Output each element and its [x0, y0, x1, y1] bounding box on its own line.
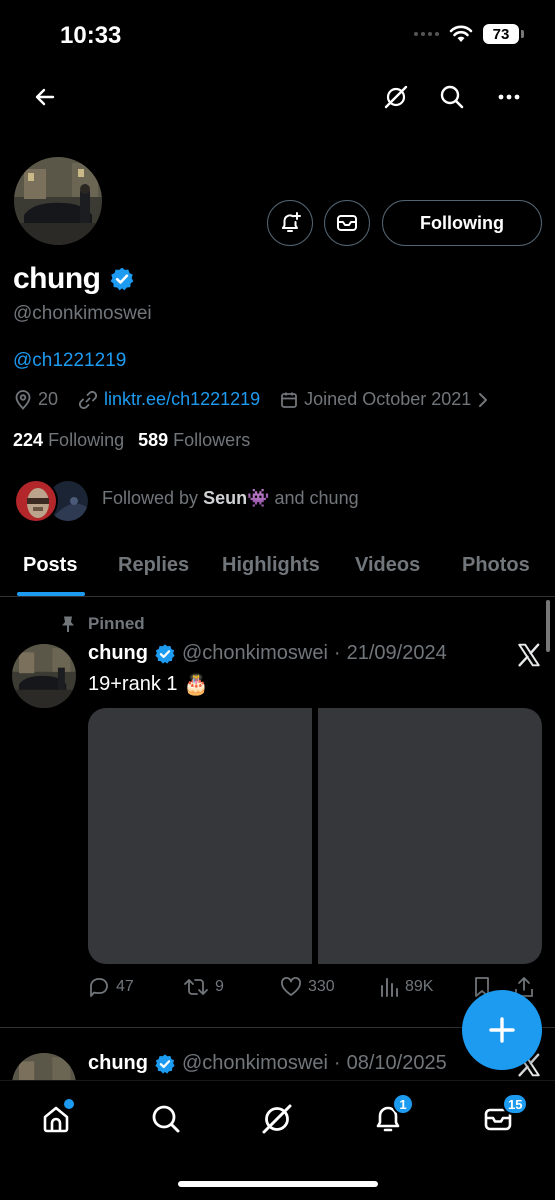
profile-name: chung	[13, 262, 101, 295]
post-author-handle: @chonkimoswei	[182, 642, 328, 664]
scrollbar[interactable]	[546, 600, 550, 652]
followed-by-text[interactable]: Followed by Seun👾 and chung	[102, 488, 359, 509]
post-date: 21/09/2024	[346, 642, 447, 664]
compose-post-button[interactable]	[462, 990, 542, 1070]
media-image-1[interactable]	[88, 708, 312, 964]
post-author-name[interactable]: chung	[88, 1052, 148, 1075]
verified-badge-icon	[110, 267, 133, 291]
pinned-label: Pinned	[60, 614, 145, 634]
signal-icon	[414, 32, 439, 36]
post-text: 19+rank 1 🎂	[88, 673, 209, 696]
nav-messages[interactable]: 15	[478, 1093, 529, 1139]
grok-icon	[262, 1104, 292, 1134]
notifications-badge: 1	[392, 1093, 414, 1115]
more-button[interactable]	[489, 77, 529, 117]
profile-handle: @chonkimoswei	[13, 303, 152, 324]
profile-avatar[interactable]	[12, 155, 104, 247]
post-header: chung @chonkimoswei · 21/09/2024	[88, 642, 447, 665]
plus-icon	[489, 1017, 515, 1043]
home-new-dot	[64, 1099, 74, 1109]
home-indicator[interactable]	[178, 1181, 378, 1187]
website-item[interactable]: linktr.ee/ch1221219	[78, 389, 260, 410]
post-avatar[interactable]	[12, 644, 76, 708]
website-link[interactable]: linktr.ee/ch1221219	[104, 389, 260, 410]
pin-icon	[62, 616, 74, 632]
status-time: 10:33	[60, 22, 122, 49]
profile-bio-mention[interactable]: @ch1221219	[13, 350, 126, 372]
active-tab-indicator	[17, 592, 85, 596]
messages-badge: 15	[502, 1093, 529, 1115]
location-item: 20	[14, 389, 58, 410]
message-button[interactable]	[324, 200, 370, 246]
follower-avatar-1	[14, 479, 58, 523]
profile-meta: 20 linktr.ee/ch1221219 Joined October 20…	[14, 389, 509, 410]
grok-icon	[384, 85, 408, 109]
repost-button[interactable]: 9	[183, 976, 224, 998]
nav-home[interactable]	[36, 1099, 76, 1139]
avatar-photo	[14, 157, 102, 245]
views-button[interactable]: 89K	[379, 976, 433, 998]
views-chart-icon	[381, 978, 398, 997]
search-icon	[440, 85, 464, 109]
following-count-link[interactable]: 224 Following	[13, 430, 124, 451]
followed-by-avatars[interactable]	[14, 479, 94, 525]
envelope-icon	[337, 215, 357, 231]
cake-emoji: 🎂	[183, 674, 209, 696]
tab-photos[interactable]: Photos	[462, 554, 530, 577]
tab-videos[interactable]: Videos	[355, 554, 420, 577]
post-date: 08/10/2025	[346, 1052, 447, 1074]
link-icon	[78, 390, 98, 409]
back-button[interactable]	[25, 77, 65, 117]
grok-button[interactable]	[376, 77, 416, 117]
search-button[interactable]	[432, 77, 472, 117]
location-text: 20	[38, 389, 59, 409]
profile-tabs: Posts Replies Highlights Videos Photos	[0, 540, 555, 597]
joined-item[interactable]: Joined October 2021	[280, 389, 489, 410]
post-header: chung @chonkimoswei · 08/10/2025	[88, 1052, 447, 1075]
more-horizontal-icon	[498, 94, 520, 100]
repost-icon	[184, 979, 208, 995]
chevron-right-icon	[479, 392, 488, 407]
nav-grok[interactable]	[257, 1099, 297, 1139]
location-pin-icon	[15, 389, 31, 410]
following-button[interactable]: Following	[382, 200, 542, 246]
follow-counts: 224 Following 589 Followers	[13, 430, 250, 451]
search-icon	[152, 1105, 180, 1133]
bell-plus-icon	[282, 212, 301, 232]
followers-count-link[interactable]: 589 Followers	[138, 430, 250, 451]
battery-indicator: 73	[483, 24, 524, 44]
profile-name-row: chung	[13, 262, 135, 296]
post-author-name[interactable]: chung	[88, 642, 148, 665]
tab-posts[interactable]: Posts	[23, 554, 77, 577]
tab-replies[interactable]: Replies	[118, 554, 189, 577]
post-media[interactable]	[88, 708, 542, 964]
reply-button[interactable]: 47	[88, 976, 134, 998]
tab-highlights[interactable]: Highlights	[222, 554, 320, 577]
reply-icon	[90, 978, 108, 997]
notify-button[interactable]	[267, 200, 313, 246]
wifi-icon	[449, 25, 473, 42]
heart-icon	[281, 977, 301, 996]
like-button[interactable]: 330	[280, 976, 335, 998]
post-separator: ·	[333, 1052, 341, 1074]
post-author-handle: @chonkimoswei	[182, 1052, 328, 1074]
nav-notifications[interactable]: 1	[368, 1093, 414, 1139]
verified-badge-icon	[155, 643, 175, 664]
x-logo-icon	[518, 643, 540, 667]
joined-text: Joined October 2021	[304, 389, 472, 409]
media-image-2[interactable]	[318, 708, 542, 964]
calendar-icon	[281, 392, 298, 408]
post-separator: ·	[333, 642, 341, 664]
verified-badge-icon	[155, 1053, 175, 1074]
arrow-left-icon	[35, 88, 55, 106]
status-indicators: 73	[414, 24, 524, 44]
nav-search[interactable]	[146, 1099, 186, 1139]
